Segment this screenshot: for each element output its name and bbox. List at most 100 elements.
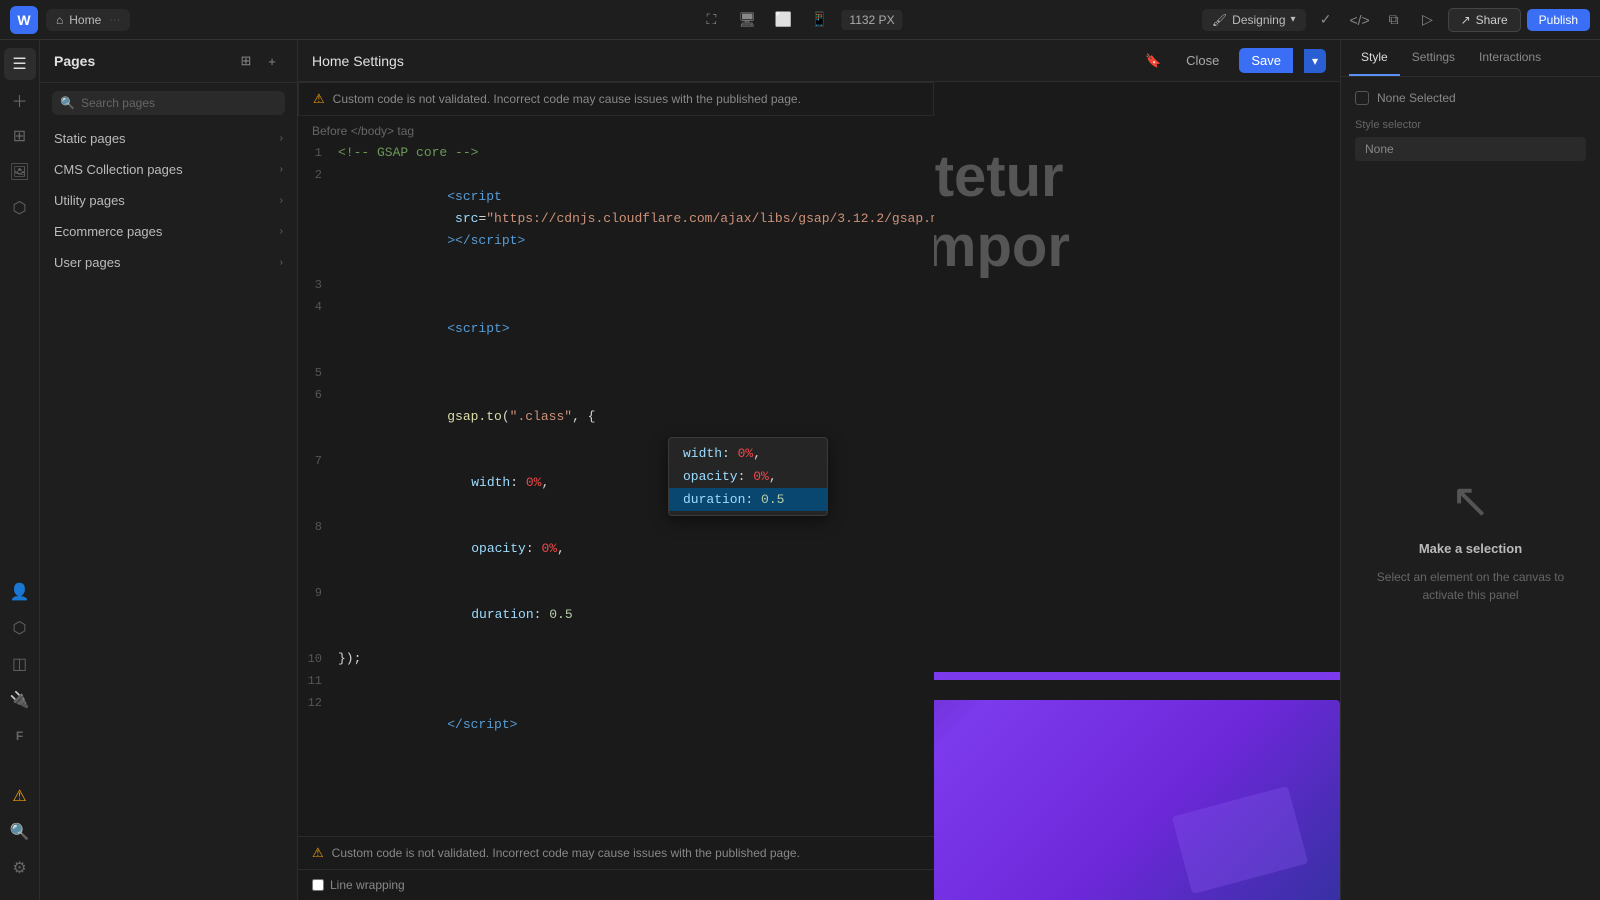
cms-pages-chevron: › [280, 164, 283, 175]
none-selected-checkbox [1355, 91, 1369, 105]
line-num-9: 9 [298, 582, 334, 604]
warning-text: Custom code is not validated. Incorrect … [333, 92, 801, 106]
user-pages-section[interactable]: User pages › [40, 247, 297, 278]
line-content-8: opacity: 0%, [334, 516, 934, 582]
assets-icon[interactable]: 🖼 [4, 156, 36, 188]
cms-pages-section[interactable]: CMS Collection pages › [40, 154, 297, 185]
font-icon[interactable]: F [4, 720, 36, 752]
none-selected-label: None Selected [1377, 91, 1456, 105]
line-num-12: 12 [298, 692, 334, 714]
line-num-5: 5 [298, 362, 334, 384]
topbar-right: 🖌 Designing ▾ ✓ </> ⧉ ▷ ↗ Share Publish [1202, 6, 1590, 34]
line-content-1: <!-- GSAP core --> [334, 142, 934, 164]
search-box[interactable]: 🔍 [52, 91, 285, 115]
play-icon[interactable]: ▷ [1414, 6, 1442, 34]
code-line-3: 3 [298, 274, 934, 296]
save-dropdown-button[interactable]: ▾ [1304, 49, 1326, 73]
style-selector-value[interactable]: None [1355, 137, 1586, 161]
code-editor-area: ⚠ Custom code is not validated. Incorrec… [298, 82, 934, 900]
line-num-11: 11 [298, 670, 334, 692]
share-button[interactable]: ↗ Share [1448, 8, 1521, 32]
search-icon[interactable]: 🔌 [4, 684, 36, 716]
bottom-warning-icon: ⚠ [312, 845, 324, 861]
line-num-2: 2 [298, 164, 334, 186]
bookmark-icon[interactable]: 🔖 [1140, 48, 1166, 74]
brush-icon: 🖌 [1212, 13, 1227, 27]
pages-panel-title: Pages [54, 53, 235, 69]
mobile-icon[interactable]: 📱 [805, 6, 833, 34]
add-icon[interactable]: ＋ [4, 84, 36, 116]
autocomplete-item-1[interactable]: width: 0%, [669, 442, 827, 465]
main-layout: ☰ ＋ ⊞ 🖼 ⬡ 👤 ⬡ ◫ 🔌 F ⚠ 🔍 ⚙ Pages ⊞ + 🔍 [0, 40, 1600, 900]
home-tab[interactable]: ⌂ Home ··· [46, 9, 130, 31]
home-icon: ⌂ [56, 13, 63, 27]
user-pages-chevron: › [280, 257, 283, 268]
new-folder-icon[interactable]: ⊞ [235, 50, 257, 72]
tab-style[interactable]: Style [1349, 40, 1400, 76]
tablet-icon[interactable]: ⬜ [769, 6, 797, 34]
right-panel-content: None Selected Style selector None ↖ Make… [1341, 77, 1600, 900]
line-wrap-check[interactable]: Line wrapping [312, 878, 405, 892]
static-pages-label: Static pages [54, 131, 280, 146]
nav-icon[interactable]: ⬡ [4, 192, 36, 224]
code-line-2: 2 <script src="https://cdnjs.cloudflare.… [298, 164, 934, 274]
ecommerce-pages-section[interactable]: Ecommerce pages › [40, 216, 297, 247]
style-selector-label: Style selector [1355, 119, 1421, 131]
make-selection-title: Make a selection [1419, 541, 1522, 556]
line-num-6: 6 [298, 384, 334, 406]
right-panel-tabs: Style Settings Interactions [1341, 40, 1600, 77]
icon-sidebar: ☰ ＋ ⊞ 🖼 ⬡ 👤 ⬡ ◫ 🔌 F ⚠ 🔍 ⚙ [0, 40, 40, 900]
zoom-icon[interactable]: 🔍 [4, 816, 36, 848]
pages-icon[interactable]: ☰ [4, 48, 36, 80]
components-icon[interactable]: ⬡ [4, 612, 36, 644]
tab-settings[interactable]: Settings [1400, 40, 1467, 76]
static-pages-section[interactable]: Static pages › [40, 123, 297, 154]
none-selected-row: None Selected [1355, 91, 1456, 105]
ecommerce-pages-label: Ecommerce pages [54, 224, 280, 239]
publish-button[interactable]: Publish [1527, 9, 1590, 31]
fit-icon[interactable]: ⛶ [697, 6, 725, 34]
utility-pages-section[interactable]: Utility pages › [40, 185, 297, 216]
check-icon[interactable]: ✓ [1312, 6, 1340, 34]
tab-interactions[interactable]: Interactions [1467, 40, 1553, 76]
topbar-center: ⛶ 🖥 ⬜ 📱 1132 PX [697, 6, 902, 34]
user-icon[interactable]: 👤 [4, 576, 36, 608]
line-content-9: duration: 0.5 [334, 582, 934, 648]
settings-icon[interactable]: ⚙ [4, 852, 36, 884]
code-line-7: 7 width: 0%, [298, 450, 934, 516]
autocomplete-item-3[interactable]: duration: 0.5 [669, 488, 827, 511]
save-button[interactable]: Save [1239, 48, 1293, 73]
code-section-label: Before </body> tag [298, 116, 934, 142]
code-line-10: 10 }); [298, 648, 934, 670]
line-num-8: 8 [298, 516, 334, 538]
layers-icon[interactable]: ◫ [4, 648, 36, 680]
line-content-12: </script> [334, 692, 934, 758]
code-icon[interactable]: </> [1346, 6, 1374, 34]
close-button[interactable]: Close [1176, 49, 1229, 72]
pages-header-icons: ⊞ + [235, 50, 283, 72]
grid-icon[interactable]: ⊞ [4, 120, 36, 152]
line-wrap-checkbox[interactable] [312, 879, 324, 891]
share-icon: ↗ [1461, 13, 1471, 27]
bottom-warning-text: Custom code is not validated. Incorrect … [332, 846, 800, 860]
pages-panel: Pages ⊞ + 🔍 Static pages › CMS Collectio… [40, 40, 298, 900]
px-display: 1132 PX [841, 10, 902, 30]
designing-button[interactable]: 🖌 Designing ▾ [1202, 9, 1306, 31]
home-tab-label: Home [69, 13, 101, 27]
new-page-icon[interactable]: + [261, 50, 283, 72]
line-wrap-label: Line wrapping [330, 878, 405, 892]
tab-dots: ··· [109, 14, 120, 26]
warning-icon[interactable]: ⚠ [4, 780, 36, 812]
topbar: W ⌂ Home ··· ⛶ 🖥 ⬜ 📱 1132 PX 🖌 Designing… [0, 0, 1600, 40]
utility-pages-chevron: › [280, 195, 283, 206]
webflow-logo: W [10, 6, 38, 34]
code-editor[interactable]: 1 <!-- GSAP core --> 2 <script src="http… [298, 142, 934, 836]
line-content-7: width: 0%, [334, 450, 934, 516]
line-num-3: 3 [298, 274, 334, 296]
screen-icon[interactable]: ⧉ [1380, 6, 1408, 34]
cms-pages-label: CMS Collection pages [54, 162, 280, 177]
search-pages-input[interactable] [81, 96, 277, 110]
autocomplete-popup[interactable]: width: 0%, opacity: 0%, duration: 0.5 [668, 437, 828, 516]
autocomplete-item-2[interactable]: opacity: 0%, [669, 465, 827, 488]
desktop-icon[interactable]: 🖥 [733, 6, 761, 34]
